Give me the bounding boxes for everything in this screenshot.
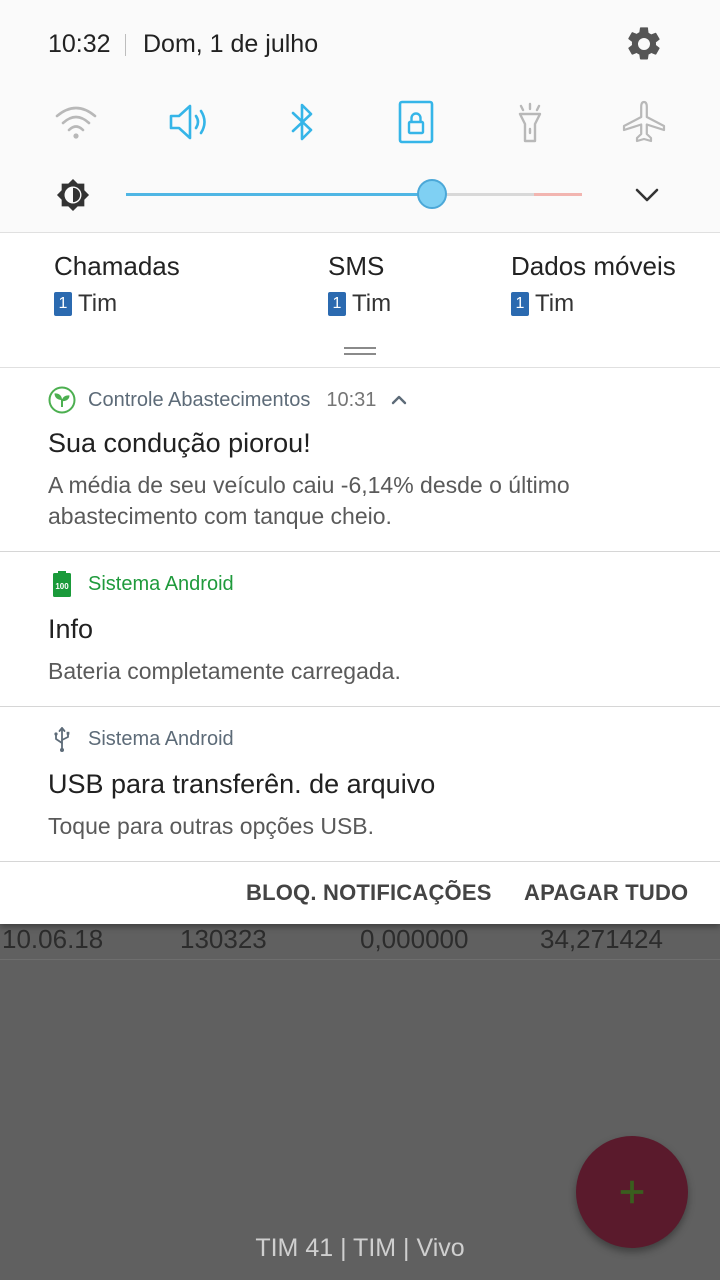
brightness-icon [56,178,90,212]
notification-text: Bateria completamente carregada. [48,658,401,684]
notification-usb[interactable]: Sistema Android USB para transferên. de … [0,707,720,862]
volume-icon [169,104,206,140]
notification-title: USB para transferên. de arquivo [48,769,436,799]
notification-app-name: Controle Abastecimentos [88,388,311,411]
notification-time: 10:31 [326,388,377,411]
clear-all-button[interactable]: APAGAR TUDO [524,880,688,906]
plus-icon [620,1180,644,1204]
slider-fill [126,193,432,196]
table-cell-value: 0,000000 [360,924,469,954]
brightness-slider[interactable] [126,179,582,209]
notification-app-name: Sistema Android [88,572,234,595]
sound-toggle[interactable] [163,96,215,148]
bluetooth-toggle[interactable] [276,96,328,148]
sim-card-icon: 1 [54,292,72,316]
notification-shade: 10:32 Dom, 1 de julho Chamadas 1 Tim SMS… [0,0,720,924]
notification-battery[interactable]: 100 Sistema Android Info Bateria complet… [0,552,720,707]
slider-thumb[interactable] [416,179,447,209]
sim-preferences: Chamadas 1 Tim SMS 1 Tim Dados móveis 1 … [0,232,720,368]
notification-title: Sua condução piorou! [48,428,311,458]
sim-label: SMS [328,251,385,281]
airplane-toggle[interactable] [618,96,670,148]
battery-full-icon: 100 [48,570,76,598]
screen-lock-toggle[interactable] [390,96,442,148]
quick-settings-panel: 10:32 Dom, 1 de julho [0,0,720,232]
gear-icon[interactable] [624,24,664,64]
drag-handle[interactable] [344,347,376,355]
table-row: 10.06.18 130323 0,000000 34,271424 [0,920,720,960]
lock-rotation-icon [398,100,434,144]
battery-percent-label: 100 [55,582,69,591]
sim-sms[interactable]: SMS 1 Tim [328,251,391,318]
sim-label: Chamadas [54,251,180,281]
flashlight-icon [518,102,542,143]
sim-card-icon: 1 [328,292,346,316]
notification-title: Info [48,614,94,644]
status-date: Dom, 1 de julho [143,30,319,58]
table-cell-date: 10.06.18 [2,924,104,954]
leaf-icon [48,386,76,414]
flashlight-toggle[interactable] [504,96,556,148]
sim-carrier: Tim [78,290,118,317]
usb-icon [48,725,76,753]
slider-warning-zone [534,193,582,196]
sim-card-icon: 1 [511,292,529,316]
table-cell-km: 130323 [180,924,267,954]
chevron-down-icon[interactable] [630,180,664,210]
status-divider [125,34,126,56]
notification-text: Toque para outras opções USB. [48,813,375,839]
chevron-up-icon[interactable] [390,394,408,406]
table-cell-average: 34,271424 [540,924,663,954]
sim-carrier: Tim [535,290,575,317]
notification-text: A média de seu veículo caiu -6,14% desde… [48,472,570,529]
status-time: 10:32 [48,30,111,58]
notification-fuel-control[interactable]: Controle Abastecimentos 10:31 Sua conduç… [0,368,720,552]
bluetooth-icon [291,103,313,141]
add-button[interactable] [576,1136,688,1248]
sim-calls[interactable]: Chamadas 1 Tim [54,251,180,318]
notification-app-name: Sistema Android [88,727,234,750]
wifi-toggle[interactable] [50,96,102,148]
block-notifications-button[interactable]: BLOQ. NOTIFICAÇÕES [246,880,492,906]
sim-label: Dados móveis [511,251,676,281]
sim-carrier: Tim [352,290,392,317]
airplane-icon [622,100,666,143]
sim-mobile-data[interactable]: Dados móveis 1 Tim [511,251,676,318]
carrier-footer: TIM 41 | TIM | Vivo [255,1234,465,1262]
wifi-icon [55,106,97,139]
notification-actions: BLOQ. NOTIFICAÇÕES APAGAR TUDO [0,862,720,924]
